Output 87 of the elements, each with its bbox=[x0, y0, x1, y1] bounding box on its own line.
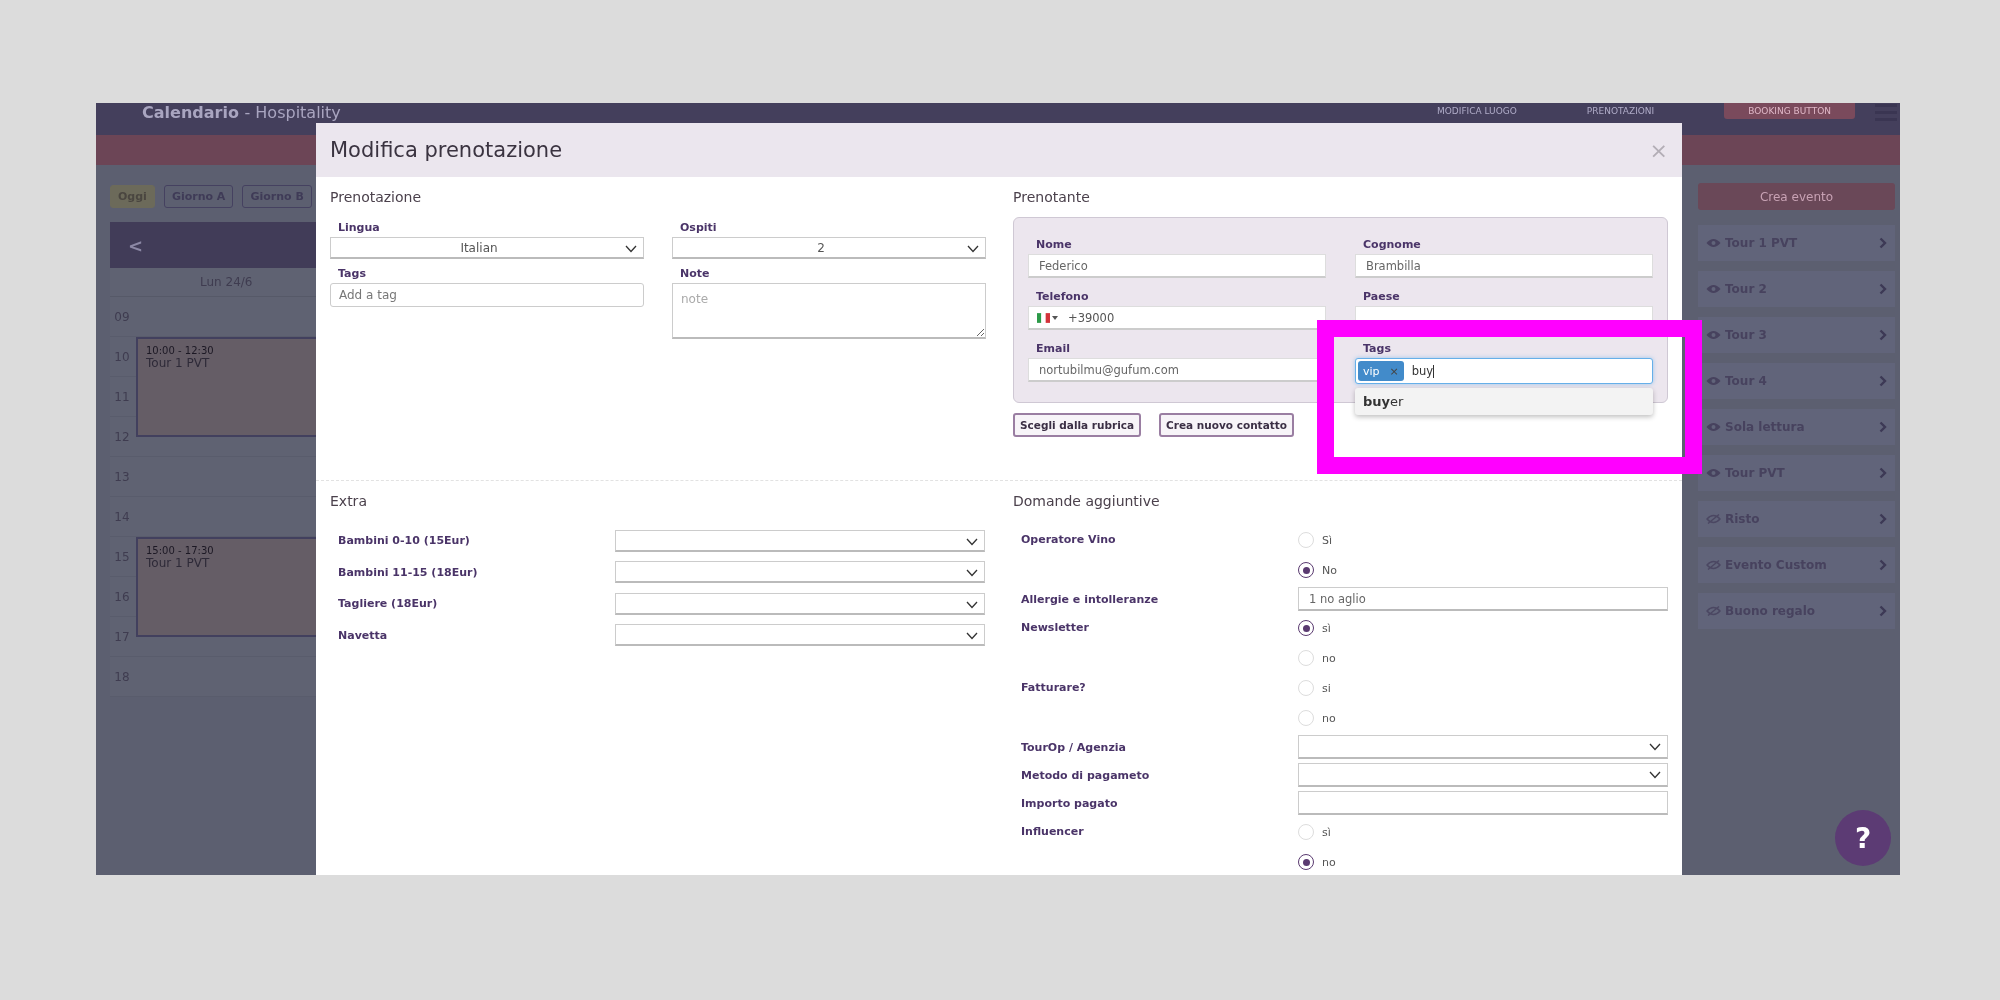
field-label: Nome bbox=[1035, 238, 1073, 251]
field-label: Telefono bbox=[1035, 290, 1090, 303]
section-heading: Prenotazione bbox=[330, 189, 423, 205]
quantity-select[interactable] bbox=[615, 592, 985, 615]
field-label: Navetta bbox=[337, 628, 389, 642]
section-heading: Extra bbox=[330, 493, 368, 509]
help-button[interactable]: ? bbox=[1835, 810, 1891, 866]
field-label: Bambini 11-15 (18Eur) bbox=[337, 565, 479, 579]
flag-icon bbox=[1037, 312, 1050, 323]
contact-button[interactable]: Scegli dalla rubrica bbox=[1013, 413, 1142, 437]
quantity-select[interactable] bbox=[615, 529, 985, 552]
question-label: TourOp / Agenzia bbox=[1020, 740, 1128, 754]
chevron-right-icon bbox=[1879, 421, 1887, 433]
chevron-right-icon bbox=[1879, 329, 1887, 341]
note-field[interactable]: note bbox=[672, 283, 986, 339]
question-label: Importo pagato bbox=[1020, 796, 1119, 810]
suggestion-item[interactable]: buyer bbox=[1355, 388, 1653, 415]
chevron-right-icon bbox=[1879, 559, 1887, 571]
radio-option[interactable]: Sì bbox=[1298, 525, 1668, 555]
booking-button[interactable]: BOOKING BUTTON bbox=[1724, 103, 1855, 119]
field-label: Paese bbox=[1362, 290, 1401, 303]
radio-button[interactable] bbox=[1298, 854, 1314, 870]
chevron-down-icon bbox=[967, 245, 979, 253]
radio-option[interactable]: No bbox=[1298, 555, 1668, 585]
tags-field[interactable]: vip × buy bbox=[1355, 358, 1653, 384]
chevron-right-icon bbox=[1879, 467, 1887, 479]
radio-option[interactable]: sì bbox=[1298, 817, 1668, 847]
question-label: Allergie e intolleranze bbox=[1020, 592, 1160, 606]
chevron-down-icon bbox=[966, 632, 978, 641]
radio-option[interactable]: no bbox=[1298, 703, 1668, 733]
text-field[interactable] bbox=[1298, 791, 1668, 815]
chevron-down-icon bbox=[625, 245, 637, 253]
menu-icon[interactable] bbox=[1875, 103, 1897, 121]
chevron-right-icon bbox=[1879, 605, 1887, 617]
dialog-title: Modifica prenotazione bbox=[330, 138, 563, 162]
field-label: Note bbox=[679, 267, 711, 280]
field-label: Tags bbox=[1362, 342, 1392, 355]
section-heading: Domande aggiuntive bbox=[1013, 493, 1161, 509]
nav-link[interactable]: PRENOTAZIONI bbox=[1586, 106, 1655, 117]
radio-option[interactable]: sì bbox=[1298, 613, 1668, 643]
chevron-right-icon bbox=[1879, 237, 1887, 249]
chevron-down-icon bbox=[966, 569, 978, 578]
radio-button[interactable] bbox=[1298, 562, 1314, 578]
question-label: Operatore Vino bbox=[1020, 532, 1117, 546]
radio-option[interactable]: si bbox=[1298, 673, 1668, 703]
event-time: 15:00 - 17:30 bbox=[146, 545, 214, 556]
question-label: Influencer bbox=[1020, 824, 1085, 838]
language-select[interactable]: Italian bbox=[330, 237, 644, 259]
guests-select[interactable]: 2 bbox=[672, 237, 986, 259]
radio-option[interactable]: no bbox=[1298, 847, 1668, 875]
text-field[interactable]: 1 no aglio bbox=[1298, 587, 1668, 611]
caret-icon bbox=[1052, 315, 1058, 320]
contact-button[interactable]: Crea nuovo contatto bbox=[1159, 413, 1294, 437]
dropdown-select[interactable] bbox=[1298, 763, 1668, 787]
tags-field[interactable]: Add a tag bbox=[330, 283, 644, 307]
field-label: Tagliere (18Eur) bbox=[337, 597, 439, 611]
chevron-down-icon bbox=[1649, 743, 1661, 751]
chevron-down-icon bbox=[1649, 771, 1661, 779]
radio-option[interactable]: no bbox=[1298, 643, 1668, 673]
chevron-right-icon bbox=[1879, 513, 1887, 525]
chevron-down-icon bbox=[966, 600, 978, 609]
event-time: 10:00 - 12:30 bbox=[146, 345, 214, 356]
nav-link[interactable]: MODIFICA LUOGO bbox=[1436, 106, 1517, 117]
previous-button[interactable]: < bbox=[128, 234, 144, 256]
app-title: Calendario - Hospitality bbox=[142, 103, 341, 122]
radio-button[interactable] bbox=[1298, 620, 1314, 636]
dropdown-select[interactable] bbox=[1298, 735, 1668, 759]
chevron-right-icon bbox=[1879, 283, 1887, 295]
field-label: Lingua bbox=[337, 221, 381, 234]
last-name-field[interactable]: Brambilla bbox=[1355, 254, 1653, 278]
field-label: Bambini 0-10 (15Eur) bbox=[337, 534, 471, 548]
field-label: Tags bbox=[337, 267, 367, 280]
first-name-field[interactable]: Federico bbox=[1028, 254, 1326, 278]
chevron-down-icon bbox=[966, 537, 978, 546]
create-event-button[interactable]: Crea evento bbox=[1698, 183, 1895, 210]
question-label: Metodo di pagameto bbox=[1020, 768, 1151, 782]
chevron-right-icon bbox=[1879, 375, 1887, 387]
section-heading: Prenotante bbox=[1013, 189, 1091, 205]
question-label: Fatturare? bbox=[1020, 680, 1087, 694]
quantity-select[interactable] bbox=[615, 624, 985, 647]
phone-field[interactable]: +39000 bbox=[1028, 306, 1326, 330]
quantity-select[interactable] bbox=[615, 561, 985, 584]
field-label: Cognome bbox=[1362, 238, 1422, 251]
tag-label: vip bbox=[1363, 364, 1380, 378]
question-label: Newsletter bbox=[1020, 620, 1090, 634]
field-label: Email bbox=[1035, 342, 1071, 355]
field-label: Ospiti bbox=[679, 221, 718, 234]
